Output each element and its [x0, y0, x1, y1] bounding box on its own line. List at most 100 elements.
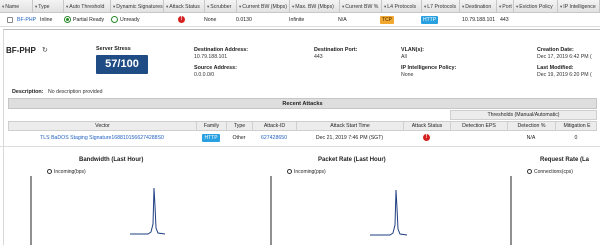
last-modified: Dec 19, 2019 6:20 PM ( [537, 72, 592, 78]
tcp-badge: TCP [380, 15, 394, 24]
column-header[interactable]: ▾Name [0, 0, 33, 13]
col-start-time[interactable]: Attack Start Time [297, 122, 404, 131]
creation-date: Dec 17, 2019 6:42 PM ( [537, 54, 592, 60]
column-header[interactable]: ▾Eviction Policy [514, 0, 558, 13]
request-rate-graph [510, 176, 512, 245]
legend-marker-icon [287, 169, 292, 175]
sort-icon[interactable]: ▾ [66, 4, 68, 9]
row-name[interactable]: BF-PHP [17, 13, 37, 27]
attack-family: HTTP [196, 132, 226, 144]
sort-icon[interactable]: ▾ [166, 4, 168, 9]
http-badge: HTTP [202, 133, 220, 142]
dest-port-label: Destination Port: [314, 47, 358, 53]
table-header: ▾Name ▾Type ▾Auto Threshold ▾Dynamic Signat… [0, 0, 600, 13]
sort-icon[interactable]: ▾ [516, 4, 518, 9]
row-checkbox[interactable] [7, 17, 13, 23]
column-header[interactable]: ▾Current BW (Mbps) [237, 0, 290, 13]
dest-address-label: Destination Address: [194, 47, 249, 53]
packet-rate-graph [270, 176, 408, 245]
creation-label: Creation Date: [537, 47, 574, 53]
row-max-bw: Infinite [289, 17, 305, 23]
row-attack-status: ! [178, 13, 188, 27]
bandwidth-graph [30, 176, 166, 245]
sort-icon[interactable]: ▾ [35, 4, 37, 9]
column-header[interactable]: ▾Max. BW (Mbps) [290, 0, 340, 13]
server-stress-value: 57/100 [96, 55, 148, 74]
sort-icon[interactable]: ▾ [113, 4, 115, 9]
server-stress-label: Server Stress [96, 46, 131, 52]
row-dynamic-signatures: Unready [111, 13, 169, 27]
attack-vector[interactable]: TLS BaDOS Staging Signature1688101566274… [8, 132, 196, 144]
divider [0, 146, 600, 147]
sort-icon[interactable]: ▾ [207, 4, 209, 9]
sort-icon[interactable]: ▾ [424, 4, 426, 9]
row-scrubber: None [204, 17, 217, 23]
attack-detection-eps [450, 132, 507, 144]
table-row[interactable]: BF-PHP Inline Partial Ready Unready ! No… [0, 13, 600, 27]
col-mitigation[interactable]: Mitigation E [556, 122, 598, 131]
partial-ready-icon [64, 16, 71, 24]
sort-icon[interactable]: ▾ [560, 4, 562, 9]
col-detection-eps[interactable]: Detection EPS [451, 122, 508, 131]
row-auto-threshold: Partial Ready [64, 13, 112, 27]
alert-icon: ! [423, 134, 430, 142]
attack-type: Other [232, 135, 246, 141]
col-attack-id[interactable]: Attack-ID [253, 122, 297, 131]
column-header[interactable]: ▾Attack Status [164, 0, 205, 13]
request-rate-legend: Connections(cps) [527, 169, 573, 175]
sort-icon[interactable]: ▾ [2, 4, 4, 9]
ip-intel: None [401, 72, 414, 78]
column-header[interactable]: ▾Destination [460, 0, 497, 13]
recent-attacks-title: Recent Attacks [8, 98, 597, 109]
packet-rate-legend: Incoming(pps) [287, 169, 326, 175]
description: No description provided [48, 89, 103, 95]
col-type[interactable]: Type [227, 122, 253, 131]
source-address-label: Source Address: [194, 65, 237, 71]
attacks-header-row: Vector Family Type Attack-ID Attack Star… [8, 121, 597, 131]
description-label: Description: [12, 89, 44, 95]
column-header[interactable]: ▾Scrubber [205, 0, 237, 13]
attack-status: ! [403, 132, 450, 144]
attack-row[interactable]: TLS BaDOS Staging Signature1688101566274… [8, 132, 597, 144]
col-family[interactable]: Family [197, 122, 227, 131]
detail-title: BF-PHP [6, 46, 36, 55]
row-type: Inline [40, 17, 53, 23]
bandwidth-legend: Incoming(bps) [47, 169, 86, 175]
sort-icon[interactable]: ▾ [239, 4, 241, 9]
attack-id[interactable]: 627428650 [252, 132, 296, 144]
col-detection-pct[interactable]: Detection % [508, 122, 556, 131]
column-header[interactable]: ▾IP Intelligence [558, 0, 600, 13]
column-header[interactable]: ▾Port [497, 0, 514, 13]
row-current-bw: 0.0130 [236, 17, 252, 23]
ip-intel-label: IP Intelligence Policy: [401, 65, 457, 71]
attack-start-time: Dec 21, 2019 7:46 PM (SGT) [315, 135, 384, 141]
last-modified-label: Last Modified: [537, 65, 574, 71]
row-port: 443 [500, 17, 509, 23]
col-vector[interactable]: Vector [9, 122, 197, 131]
refresh-icon[interactable]: ↻ [42, 46, 48, 54]
sort-icon[interactable]: ▾ [292, 4, 294, 9]
dest-address: 10.79.188.101 [194, 54, 228, 60]
bandwidth-graph-title: Bandwidth (Last Hour) [79, 157, 144, 163]
column-header[interactable]: ▾Dynamic Signatures [111, 0, 164, 13]
col-attack-status[interactable]: Attack Status [404, 122, 451, 131]
dest-port: 443 [314, 54, 323, 60]
column-header[interactable]: ▾Current BW % [340, 0, 382, 13]
column-header[interactable]: ▾L4 Protocols [382, 0, 422, 13]
row-l4: TCP [380, 13, 400, 27]
thresholds-title: Thresholds (Manual/Automatic) [450, 110, 597, 120]
column-header[interactable]: ▾Auto Threshold [64, 0, 111, 13]
alert-icon: ! [178, 16, 185, 24]
legend-marker-icon [47, 169, 52, 175]
packet-rate-graph-title: Packet Rate (Last Hour) [318, 157, 386, 163]
http-badge: HTTP [421, 15, 439, 24]
attack-detection-pct: N/A [526, 135, 536, 141]
column-header[interactable]: ▾L7 Protocols [422, 0, 460, 13]
sort-icon[interactable]: ▾ [342, 4, 344, 9]
sort-icon[interactable]: ▾ [384, 4, 386, 9]
sort-icon[interactable]: ▾ [499, 4, 501, 9]
sort-icon[interactable]: ▾ [462, 4, 464, 9]
column-header[interactable]: ▾Type [33, 0, 64, 13]
vlans-label: VLAN(s): [401, 47, 425, 53]
row-current-bw-pct: N/A [338, 17, 347, 23]
